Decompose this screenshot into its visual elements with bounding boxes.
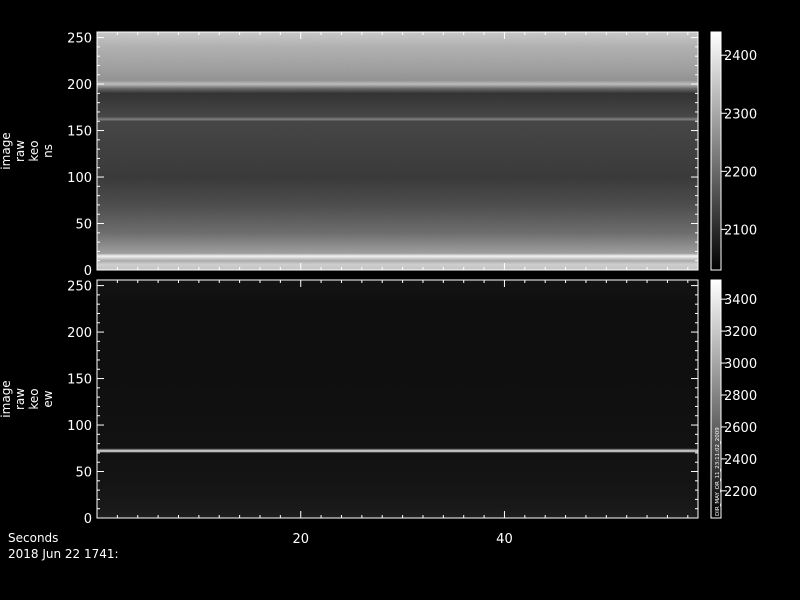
- colorbar-tick-label: 2100: [724, 223, 757, 238]
- colorbar-tick-label: 2400: [724, 453, 757, 468]
- y-tick-label: 150: [67, 373, 92, 388]
- y-tick-label: 0: [84, 264, 92, 279]
- colorbar-tick-label: 3200: [724, 325, 757, 340]
- colorbar-gradient: [711, 32, 721, 270]
- keogram-figure: 050100150200250imagerawkeons210022002300…: [0, 31, 757, 547]
- y-tick-label: 250: [67, 280, 92, 295]
- y-axis-label-line: keo: [27, 140, 41, 161]
- y-tick-label: 100: [67, 171, 92, 186]
- colorbar-tick-label: 2800: [724, 389, 757, 404]
- y-tick-label: 250: [67, 32, 92, 47]
- y-axis-label: imagerawkeons: [0, 132, 55, 169]
- y-axis-label-line: raw: [13, 140, 27, 162]
- keogram-noise-texture: [97, 32, 698, 270]
- colorbar-tick-label: 3400: [724, 293, 757, 308]
- time-x-axis: 20 40: [292, 532, 512, 547]
- colorbar-tick-label: 3000: [724, 357, 757, 372]
- ns-keogram-panel: 0 50 100 150 200 250 imagerawkeons 2100 2200 2300…: [0, 31, 757, 279]
- y-axis-label-line: ew: [41, 390, 55, 407]
- x-tick-label: 40: [496, 532, 513, 547]
- y-tick-label: 0: [84, 512, 92, 527]
- y-axis-label-line: keo: [27, 388, 41, 409]
- y-tick-label: 200: [67, 326, 92, 341]
- timestamp-label: 2018 Jun 22 1741:: [8, 547, 119, 561]
- y-axis-label-line: raw: [13, 388, 27, 410]
- colorbar-tick-label: 2600: [724, 421, 757, 436]
- colorbar-tick-label: 2300: [724, 107, 757, 122]
- colorbar-tick-label: 2400: [724, 49, 757, 64]
- x-tick-label: 20: [292, 532, 309, 547]
- ew-keogram-panel: 0 50 100 150 200 250 imagerawkeoew 2200 2400 2600…: [0, 279, 757, 527]
- y-tick-label: 50: [75, 218, 92, 233]
- colorbar-note: DIR_MAY_OR_11_23:11:02_2009: [715, 427, 721, 516]
- x-axis-label: Seconds: [8, 531, 59, 545]
- y-axis-label-line: image: [0, 132, 13, 169]
- y-tick-label: 150: [67, 125, 92, 140]
- y-axis-label-line: image: [0, 380, 13, 417]
- y-tick-label: 50: [75, 466, 92, 481]
- y-axis-label: imagerawkeoew: [0, 380, 55, 417]
- y-axis-label-line: ns: [41, 144, 55, 158]
- y-tick-label: 200: [67, 78, 92, 93]
- colorbar-tick-label: 2200: [724, 165, 757, 180]
- keogram-noise-texture: [97, 280, 698, 518]
- y-tick-label: 100: [67, 419, 92, 434]
- colorbar-tick-label: 2200: [724, 485, 757, 500]
